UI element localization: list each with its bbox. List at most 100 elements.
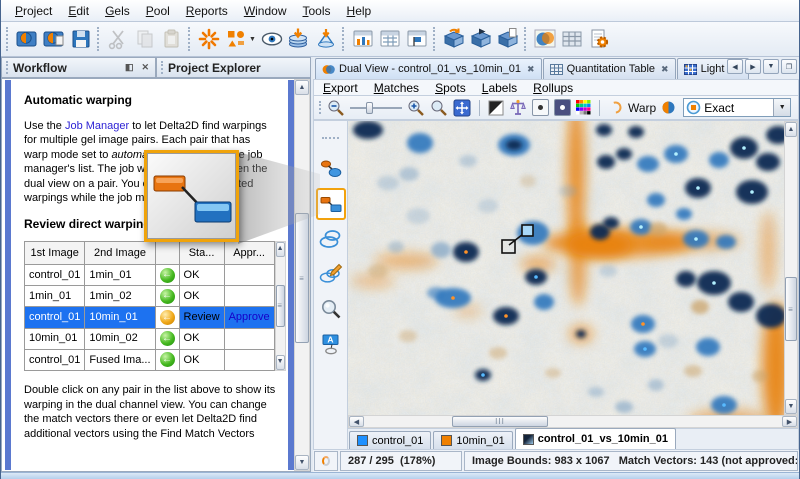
warping-pair-row[interactable]: 10min_0110min_02←OK xyxy=(25,328,275,349)
warp-mode-value: Exact xyxy=(701,101,773,115)
new-project-icon[interactable] xyxy=(13,26,40,53)
scroll-left-icon[interactable]: ◀ xyxy=(349,416,364,427)
warping-pairs-table[interactable]: 1st Image2nd ImageSta...Appr...control_0… xyxy=(24,241,275,371)
menu-reports[interactable]: Reports xyxy=(178,2,236,20)
warp-tool[interactable] xyxy=(316,188,346,220)
quantitation-table-icon[interactable] xyxy=(558,26,585,53)
package-box-icon[interactable] xyxy=(494,26,521,53)
scroll-up-icon[interactable]: ▲ xyxy=(276,242,285,257)
chart-window-icon[interactable] xyxy=(349,26,376,53)
match-vector-tool[interactable] xyxy=(316,153,346,185)
slider-thumb[interactable] xyxy=(366,102,373,114)
label-tool[interactable]: A xyxy=(316,328,346,360)
show-spots-icon[interactable] xyxy=(258,26,285,53)
dropdown-arrow-icon[interactable]: ▼ xyxy=(773,99,790,116)
menu-gels[interactable]: Gels xyxy=(97,2,138,20)
warp-mode-dropdown[interactable]: Exact ▼ xyxy=(683,98,791,117)
open-project-icon[interactable] xyxy=(40,26,67,53)
scroll-left-button[interactable]: ◀ xyxy=(727,59,743,74)
zoom-tool[interactable] xyxy=(316,293,346,325)
column-header[interactable]: Appr... xyxy=(224,242,274,265)
tab-list-button[interactable]: ▼ xyxy=(763,59,779,74)
save-project-icon[interactable] xyxy=(67,26,94,53)
run-box-icon[interactable] xyxy=(467,26,494,53)
palette-icon[interactable] xyxy=(576,100,591,115)
magnifier-icon[interactable] xyxy=(430,99,448,117)
gel-image-tab[interactable]: control_01 xyxy=(349,431,431,449)
spot-tool[interactable] xyxy=(316,223,346,255)
show-spot-outline-button[interactable] xyxy=(532,99,549,116)
menu-help[interactable]: Help xyxy=(339,2,380,20)
menu-pool[interactable]: Pool xyxy=(138,2,178,20)
dualview-menu-labels[interactable]: Labels xyxy=(482,81,517,95)
status-progress-icon xyxy=(314,451,338,471)
warping-pair-row[interactable]: 1min_011min_02←OK xyxy=(25,286,275,307)
zoom-slider[interactable] xyxy=(350,101,402,115)
menu-tools[interactable]: Tools xyxy=(295,2,339,20)
gel-image-tab[interactable]: 10min_01 xyxy=(433,431,512,449)
close-tab-icon[interactable]: ✖ xyxy=(527,64,535,75)
sync-box-icon[interactable] xyxy=(440,26,467,53)
menu-project[interactable]: Project xyxy=(7,2,60,20)
column-header[interactable]: 2nd Image xyxy=(85,242,155,265)
project-explorer-header[interactable]: Project Explorer xyxy=(156,57,311,78)
job-manager-link[interactable]: Job Manager xyxy=(65,120,129,132)
close-tab-icon[interactable]: ✖ xyxy=(661,64,669,75)
scroll-right-icon[interactable]: ▶ xyxy=(782,416,797,427)
workflow-panel-header[interactable]: Workflow ◧ ✕ xyxy=(1,57,156,78)
scroll-up-icon[interactable]: ▲ xyxy=(785,122,797,137)
column-header[interactable] xyxy=(155,242,179,265)
dualview-menu-matches[interactable]: Matches xyxy=(374,81,419,95)
warp-cone-icon[interactable] xyxy=(312,26,339,53)
column-header[interactable]: 1st Image xyxy=(25,242,85,265)
scroll-down-icon[interactable]: ▼ xyxy=(276,355,285,370)
table-header-row[interactable]: 1st Image2nd Image Sta...Appr... xyxy=(25,242,275,265)
column-header[interactable]: Sta... xyxy=(179,242,224,265)
image-vertical-scrollbar[interactable]: ▲ ≡ ▼ xyxy=(784,121,798,415)
auto-warp-icon[interactable] xyxy=(195,26,222,53)
report-settings-icon[interactable] xyxy=(585,26,612,53)
normalize-scales-icon[interactable] xyxy=(509,99,527,117)
paste-icon[interactable] xyxy=(158,26,185,53)
table-scrollbar[interactable]: ▲ ≡ ▼ xyxy=(275,241,286,371)
menu-edit[interactable]: Edit xyxy=(60,2,97,20)
close-panel-icon[interactable]: ✕ xyxy=(139,62,151,73)
dual-channel-toggle-icon[interactable] xyxy=(661,100,676,115)
image-horizontal-scrollbar[interactable]: ◀ III ▶ xyxy=(348,415,798,428)
dualview-menu-export[interactable]: Export xyxy=(323,81,358,95)
menu-window[interactable]: Window xyxy=(236,2,295,20)
workflow-scrollbar[interactable]: ▲ ≡ ▼ xyxy=(294,79,310,471)
toolbar-grip xyxy=(188,27,192,51)
scroll-down-icon[interactable]: ▼ xyxy=(295,455,309,470)
spot-edit-tool[interactable] xyxy=(316,258,346,290)
cut-icon[interactable] xyxy=(104,26,131,53)
zoom-out-icon[interactable] xyxy=(327,99,345,117)
scroll-right-button[interactable]: ▶ xyxy=(745,59,761,74)
warping-pair-row[interactable]: control_011min_01←OK xyxy=(25,265,275,286)
warp-ring-icon[interactable] xyxy=(608,100,623,115)
zoom-in-icon[interactable] xyxy=(407,99,425,117)
dualview-menu-spots[interactable]: Spots xyxy=(435,81,466,95)
stack-images-icon[interactable] xyxy=(285,26,312,53)
minimize-panel-icon[interactable]: ◧ xyxy=(123,62,136,73)
dropdown-arrow-icon[interactable]: ▼ xyxy=(249,36,258,43)
snap-align-icon[interactable] xyxy=(222,26,249,53)
scroll-down-icon[interactable]: ▼ xyxy=(785,399,797,414)
table-window-icon[interactable] xyxy=(376,26,403,53)
dualview-menu-rollups[interactable]: Rollups xyxy=(533,81,573,95)
document-tab[interactable]: Dual View - control_01_vs_10min_01✖ xyxy=(315,58,542,79)
contrast-icon[interactable] xyxy=(488,100,504,116)
dual-channel-icon[interactable] xyxy=(531,26,558,53)
gel-image[interactable] xyxy=(348,121,784,415)
flag-window-icon[interactable] xyxy=(403,26,430,53)
warping-pair-row[interactable]: control_0110min_01←ReviewApprove xyxy=(25,307,275,328)
document-tab[interactable]: Quantitation Table✖ xyxy=(543,58,676,79)
warping-pair-row[interactable]: control_01Fused Ima...←OK xyxy=(25,349,275,370)
restore-window-button[interactable]: ❐ xyxy=(781,59,797,74)
window-bottom-edge xyxy=(1,472,799,479)
show-spot-filled-button[interactable] xyxy=(554,99,571,116)
gel-image-tab[interactable]: control_01_vs_10min_01 xyxy=(515,428,676,449)
fit-to-window-icon[interactable] xyxy=(453,99,471,117)
scroll-up-icon[interactable]: ▲ xyxy=(295,80,309,95)
copy-icon[interactable] xyxy=(131,26,158,53)
